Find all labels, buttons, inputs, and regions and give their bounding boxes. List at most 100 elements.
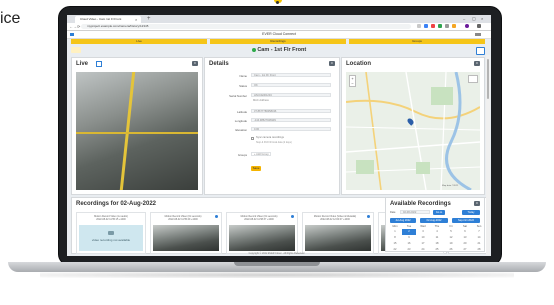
field-label-elevation: Elevation: [235, 128, 247, 132]
date-label: Date: [390, 211, 396, 214]
recording-thumbnail[interactable]: [229, 225, 295, 251]
reload-icon[interactable]: ⟳: [77, 23, 80, 30]
recording-card-time: 2022-08-02 11:55:49 +1000: [168, 218, 198, 221]
elevation-field[interactable]: 0.00: [251, 127, 331, 131]
field-label-latitude: Latitude: [237, 110, 247, 114]
recording-thumbnail[interactable]: [305, 225, 371, 251]
tab-close-icon[interactable]: ×: [135, 16, 137, 23]
recording-card-time: 2022-08-02 12:00:07 +1000: [320, 218, 350, 221]
nav-recordings[interactable]: Recordings: [210, 39, 346, 44]
name-field[interactable]: Cam - 1st Flr Front: [251, 73, 331, 77]
prev-month-button[interactable]: Jul-Aug 2022: [390, 218, 416, 223]
field-label-status: Status: [239, 84, 247, 88]
live-video-stream[interactable]: [76, 72, 198, 190]
save-button[interactable]: Save: [251, 166, 261, 171]
available-menu-icon[interactable]: ≡: [474, 201, 480, 206]
calendar-days: 1 2 3 4 5 6 7 8 9 10 11 12 13 14 15 16 17 18 19 20 21 22 23 24 2…: [386, 229, 486, 253]
go-to-button[interactable]: Go to: [433, 210, 445, 215]
field-label-longitude: Longitude: [234, 119, 247, 123]
status-dot-icon: [251, 47, 256, 52]
recording-card-time: 2022-08-02 11:58:37 +1000: [244, 218, 274, 221]
calendar-weekday: Tue: [406, 225, 412, 228]
recording-status-icon: [215, 215, 218, 218]
maximize-icon[interactable]: ▢: [472, 15, 476, 23]
map-zoom-control[interactable]: + −: [349, 75, 356, 87]
latitude-field[interactable]: 37.8677780058436: [251, 109, 331, 113]
extension-icon[interactable]: [431, 24, 435, 28]
fullscreen-icon[interactable]: [96, 61, 102, 67]
extension-icon[interactable]: [424, 24, 428, 28]
scrollbar-thumb[interactable]: [487, 59, 489, 99]
calendar-weekday: Fri: [449, 225, 453, 228]
recording-status-icon: [291, 215, 294, 218]
details-menu-icon[interactable]: ≡: [329, 61, 335, 66]
date-input[interactable]: 02-08-2022: [400, 210, 430, 214]
laptop-notch: [234, 262, 320, 266]
browser-menu-icon[interactable]: [477, 24, 481, 28]
profile-avatar[interactable]: [465, 24, 469, 28]
available-title: Available Recordings: [390, 201, 451, 207]
calendar-weekday: Wed: [420, 225, 426, 228]
layout-toggle-button[interactable]: [476, 47, 485, 55]
field-label-groups: Groups: [237, 153, 247, 157]
app-logo: [70, 33, 74, 36]
field-label-name: Name: [239, 74, 247, 78]
address-input[interactable]: myproject.example.com/camera/history/123…: [81, 24, 411, 29]
close-window-icon[interactable]: ×: [481, 15, 483, 23]
recording-card-time: 2022-08-02 11:55:15 +1000: [96, 218, 126, 221]
nav-live[interactable]: Live: [71, 39, 207, 44]
partial-page-text: ice: [0, 10, 21, 27]
camera-title: Cam - 1st Flr Front: [67, 46, 491, 54]
laptop-screen: Cloud Video - Cam 1st Fl Front × + – ▢ ×…: [67, 15, 491, 256]
sync-checkbox-note: Stop & Poll Fill local data (2 days): [256, 141, 292, 144]
minimize-icon[interactable]: –: [463, 15, 465, 23]
longitude-field[interactable]: -144.98527926939: [251, 118, 331, 122]
not-available-box: video recording not available: [79, 225, 143, 251]
location-panel: Location ≡ + − Map data ©2022: [341, 57, 485, 195]
recording-thumbnail[interactable]: [153, 225, 219, 251]
nav-groups[interactable]: Groups: [349, 39, 485, 44]
next-month-button[interactable]: Sep-Oct 2022: [452, 218, 480, 223]
camera-title-text: Cam - 1st Flr Front: [257, 47, 307, 53]
map-graphic: [346, 72, 480, 190]
mac-field: MAC Address: [251, 99, 331, 103]
calendar-weekday: Mon: [392, 225, 398, 228]
available-recordings-card: Available Recordings ≡ Date 02-08-2022 G…: [385, 197, 485, 252]
bookmark-icon[interactable]: [417, 24, 421, 28]
user-menu-icon[interactable]: [475, 33, 481, 36]
laptop-camera: [276, 1, 279, 4]
details-panel: Details ≡ Name Cam - 1st Flr Front Statu…: [204, 57, 340, 195]
recording-card[interactable]: Motion Record Video (01 seconds) 2022-08…: [226, 212, 298, 254]
calendar-weekday: Thu: [434, 225, 440, 228]
status-field: OK: [251, 83, 331, 87]
live-menu-icon[interactable]: ≡: [192, 61, 198, 66]
location-title: Location: [346, 61, 371, 67]
location-map[interactable]: + − Map data ©2022: [346, 72, 480, 190]
recording-card[interactable]: Motion Record Video (Video & Metadat) 20…: [302, 212, 374, 254]
location-menu-icon[interactable]: ≡: [474, 61, 480, 66]
recording-card[interactable]: Motion Record Video (01 seconds) 2022-08…: [150, 212, 222, 254]
map-layers-icon[interactable]: [468, 75, 478, 83]
live-panel: Live ≡: [71, 57, 203, 195]
new-tab-button[interactable]: +: [147, 15, 151, 23]
extension-icon[interactable]: [438, 24, 442, 28]
extension-icon[interactable]: [452, 24, 456, 28]
calendar-weekday: Sun: [476, 225, 482, 228]
extension-icon[interactable]: [445, 24, 449, 28]
laptop-shadow: [40, 272, 514, 278]
sync-checkbox[interactable]: [251, 137, 254, 140]
zoom-out-icon[interactable]: −: [350, 81, 355, 86]
serial-field: HSCCE001234: [251, 93, 331, 97]
current-month-button[interactable]: 02-Aug-2022: [420, 218, 448, 223]
browser-tab[interactable]: Cloud Video - Cam 1st Fl Front: [75, 16, 141, 23]
page-footer: Copyright © 2022 EVER Cloud · All Rights…: [248, 252, 305, 255]
map-attribution: Map data ©2022: [442, 185, 459, 187]
field-label-serial: Serial Number: [229, 94, 247, 98]
today-button[interactable]: Today: [462, 210, 480, 215]
video-railing: [76, 132, 198, 134]
sync-checkbox-label: Sync camera recordings: [256, 136, 284, 139]
calendar-weekday: Sat: [463, 225, 467, 228]
recording-card[interactable]: Motion Record Video (no audio) 2022-08-0…: [76, 212, 146, 254]
details-title: Details: [209, 61, 229, 67]
add-group-button[interactable]: + Add Group: [251, 152, 271, 156]
